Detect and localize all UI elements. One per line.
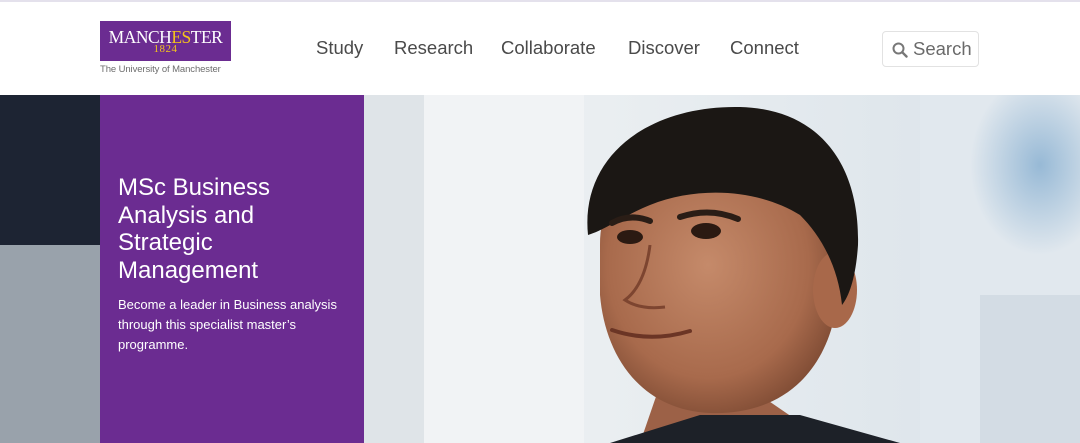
logo-mark: MANCHESTER 1824: [100, 21, 231, 61]
nav-item-discover[interactable]: Discover: [628, 36, 700, 60]
hero-title: MSc Business Analysis and Strategic Mana…: [118, 174, 271, 284]
nav-item-research[interactable]: Research: [394, 36, 473, 60]
site-header: MANCHESTER 1824 The University of Manche…: [0, 2, 1080, 95]
logo-year: 1824: [153, 43, 178, 55]
university-logo[interactable]: MANCHESTER 1824 The University of Manche…: [100, 21, 232, 77]
nav-item-collaborate[interactable]: Collaborate: [501, 36, 596, 60]
logo-subtitle: The University of Manchester: [100, 64, 221, 75]
nav-item-study[interactable]: Study: [316, 36, 363, 60]
hero-banner: MSc Business Analysis and Strategic Mana…: [0, 95, 1080, 443]
hero-text-panel: MSc Business Analysis and Strategic Mana…: [100, 95, 364, 443]
search-input[interactable]: [913, 38, 975, 60]
search-box[interactable]: [882, 31, 979, 67]
search-icon[interactable]: [892, 42, 908, 58]
nav-item-connect[interactable]: Connect: [730, 36, 799, 60]
hero-description: Become a leader in Business analysis thr…: [118, 297, 337, 352]
